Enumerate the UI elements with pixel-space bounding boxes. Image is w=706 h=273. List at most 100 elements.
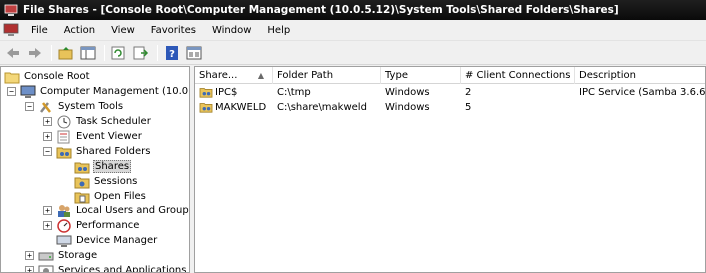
tree-label: Console Root [24, 71, 90, 82]
description-cell: IPC Service (Samba 3.6.6) [579, 87, 706, 98]
tree-item-performance[interactable]: + Performance [43, 218, 140, 233]
menu-favorites[interactable]: Favorites [143, 20, 204, 41]
column-label: Type [385, 70, 408, 81]
type-cell: Windows [385, 87, 430, 98]
tree-item-shared-folders[interactable]: − Shared Folders [43, 144, 152, 159]
expand-toggle[interactable]: + [43, 221, 52, 230]
column-header-type[interactable]: Type [381, 67, 461, 84]
share-name-cell: MAKWELD [195, 100, 273, 115]
tree-label: System Tools [58, 101, 124, 112]
help-button[interactable]: ? [162, 43, 182, 63]
tree-item-shares[interactable]: Shares [74, 159, 132, 174]
back-button[interactable] [3, 43, 23, 63]
column-label: Folder Path [277, 70, 334, 81]
expand-toggle[interactable]: + [43, 132, 52, 141]
menu-bar: File Action View Favorites Window Help [0, 20, 706, 41]
tree-label: Local Users and Groups [76, 205, 190, 216]
collapse-toggle[interactable]: − [43, 147, 52, 156]
share-name: MAKWELD [215, 102, 267, 113]
column-header-folder-path[interactable]: Folder Path [273, 67, 381, 84]
help-icon: ? [166, 45, 178, 60]
tree-item-sessions[interactable]: Sessions [74, 174, 138, 189]
tree-label: Services and Applications [58, 265, 187, 273]
tree-label: Shares [93, 160, 132, 173]
event-viewer-icon [57, 130, 70, 143]
tree-label: Shared Folders [76, 146, 151, 157]
toolbar-separator [104, 44, 105, 61]
properties-icon [186, 46, 202, 59]
menu-help[interactable]: Help [259, 20, 298, 41]
export-list-button[interactable] [131, 43, 151, 63]
menu-window[interactable]: Window [204, 20, 259, 41]
users-icon [58, 204, 70, 217]
list-header: Share... ▲ Folder Path Type # Client Con… [195, 67, 705, 84]
tree-label: Storage [58, 250, 98, 261]
expand-toggle[interactable]: + [43, 117, 52, 126]
expand-toggle[interactable]: + [43, 206, 52, 215]
tools-icon [40, 101, 51, 113]
tree-item-computer-management[interactable]: − Computer Management (10.0.5.12) [7, 84, 189, 99]
toolbar-separator [51, 44, 52, 61]
tree-item-system-tools[interactable]: − System Tools [25, 99, 124, 114]
tree-label: Task Scheduler [76, 116, 151, 127]
table-row[interactable]: MAKWELD C:\share\makweld Windows 5 [195, 100, 705, 115]
collapse-toggle[interactable]: − [7, 87, 16, 96]
forward-button[interactable] [25, 43, 45, 63]
sort-ascending-icon: ▲ [257, 71, 264, 80]
tree-item-services-apps[interactable]: + Services and Applications [25, 263, 187, 273]
refresh-button[interactable] [109, 43, 129, 63]
tree-item-event-viewer[interactable]: + Event Viewer [43, 129, 143, 144]
storage-icon [38, 252, 54, 260]
system-menu-icon[interactable] [3, 23, 19, 37]
sessions-icon [74, 177, 90, 188]
tree-item-storage[interactable]: + Storage [25, 248, 98, 263]
up-folder-icon [58, 46, 73, 59]
column-header-description[interactable]: Description [575, 67, 705, 84]
column-label: Description [579, 70, 636, 81]
console-tree: Console Root − Computer Management (10.0… [0, 66, 190, 273]
title-bar: File Shares - [Console Root\Computer Man… [0, 0, 706, 20]
column-label: Share... [199, 70, 238, 81]
folder-path-cell: C:\share\makweld [277, 102, 367, 113]
collapse-toggle[interactable]: − [25, 102, 34, 111]
tree-item-open-files[interactable]: Open Files [74, 189, 147, 204]
export-list-icon [133, 46, 149, 59]
tree-item-task-scheduler[interactable]: + Task Scheduler [43, 114, 152, 129]
show-hide-tree-button[interactable] [78, 43, 98, 63]
tree-item-console-root[interactable]: Console Root [4, 69, 91, 84]
expand-toggle[interactable]: + [25, 266, 34, 272]
share-icon [199, 88, 213, 98]
menu-file[interactable]: File [23, 20, 56, 41]
window-title: File Shares - [Console Root\Computer Man… [23, 4, 619, 16]
tree-item-local-users[interactable]: + Local Users and Groups [43, 203, 190, 218]
share-name: IPC$ [215, 87, 238, 98]
expand-toggle[interactable]: + [25, 251, 34, 260]
tree-label: Device Manager [76, 235, 158, 246]
tree-label: Sessions [94, 176, 138, 187]
clock-icon [57, 115, 71, 128]
column-header-client-connections[interactable]: # Client Connections [461, 67, 575, 84]
tree-label: Computer Management (10.0.5.12) [40, 86, 189, 97]
description-cell [575, 100, 705, 115]
computer-management-icon [4, 4, 18, 16]
svg-text:?: ? [169, 49, 175, 60]
folder-path-cell: C:\tmp [277, 87, 311, 98]
table-row[interactable]: IPC$ C:\tmp Windows 2 IPC Service (Samba… [195, 85, 706, 100]
open-files-icon [74, 192, 90, 203]
share-icon [199, 103, 213, 113]
share-name-cell: IPC$ [195, 85, 273, 100]
share-icon [74, 162, 90, 173]
client-connections-cell: 2 [465, 87, 472, 98]
menu-action[interactable]: Action [56, 20, 103, 41]
up-one-level-button[interactable] [56, 43, 76, 63]
tree-item-device-manager[interactable]: Device Manager [56, 233, 158, 248]
tree-label: Event Viewer [76, 131, 142, 142]
tree-label: Open Files [94, 191, 146, 202]
toolbar-separator [157, 44, 158, 61]
services-icon [38, 265, 54, 272]
shared-folder-icon [56, 147, 72, 158]
toolbar: ? [0, 41, 706, 65]
properties-button[interactable] [184, 43, 204, 63]
menu-view[interactable]: View [103, 20, 143, 41]
column-header-share[interactable]: Share... ▲ [195, 67, 273, 84]
